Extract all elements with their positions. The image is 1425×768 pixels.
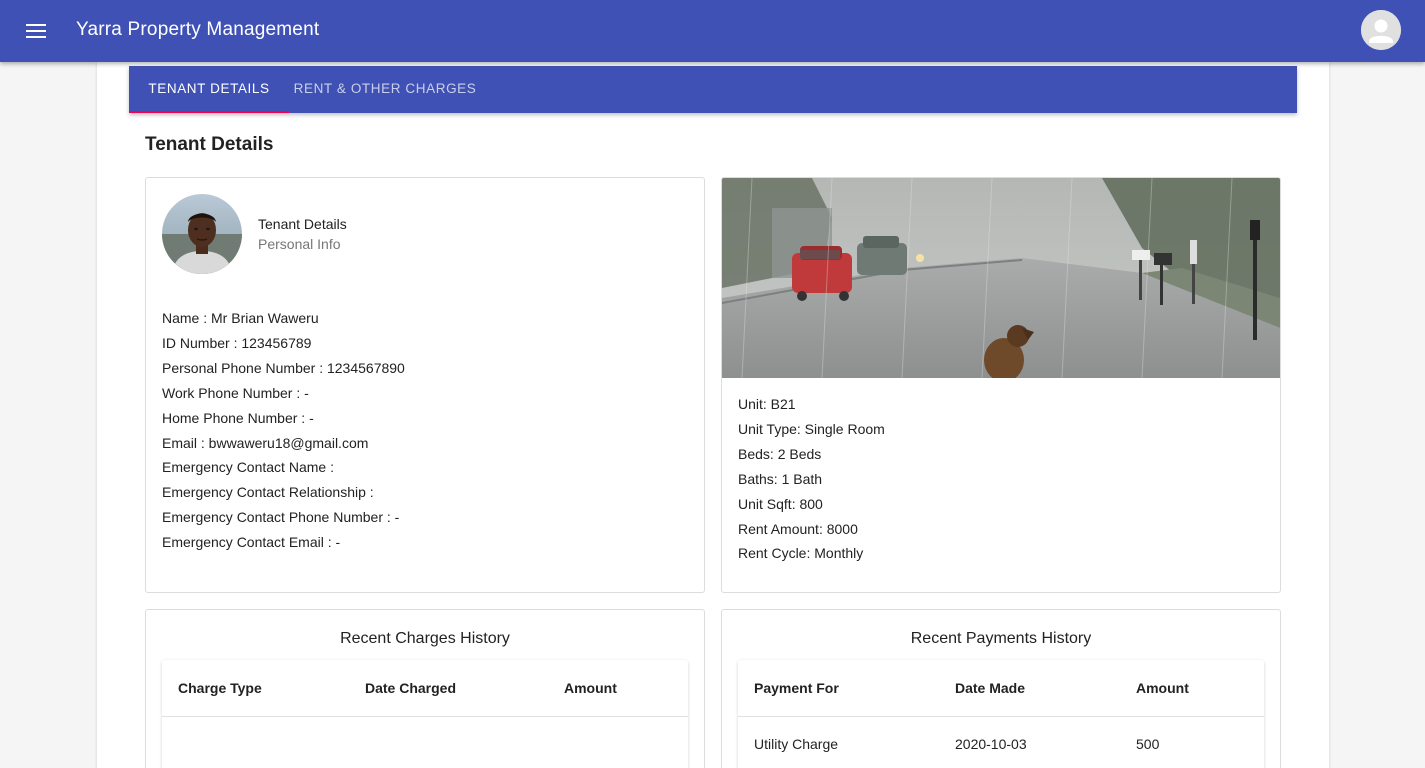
column-header-charge-type[interactable]: Charge Type [178, 680, 262, 696]
account-button[interactable] [1361, 10, 1401, 50]
rent-amount: Rent Amount: 8000 [738, 520, 858, 537]
tenant-id-number: ID Number : 123456789 [162, 334, 312, 351]
charges-history-title: Recent Charges History [340, 630, 510, 647]
account-circle-icon [1361, 10, 1401, 50]
page-title: Tenant Details [145, 134, 274, 155]
tenant-card-title: Tenant Details [258, 216, 347, 232]
emergency-contact-email: Emergency Contact Email : - [162, 534, 341, 551]
table-header-divider [738, 716, 1264, 717]
unit-number: Unit: B21 [738, 396, 796, 412]
payment-row-payment-for: Utility Charge [754, 736, 839, 752]
recent-payments-card: Recent Payments History Payment For Date… [721, 609, 1281, 768]
unit-image [722, 178, 1280, 378]
tab-rent-other-charges[interactable]: RENT & OTHER CHARGES [289, 66, 481, 113]
tenant-email: Email : bwwaweru18@gmail.com [162, 434, 369, 451]
emergency-contact-relationship: Emergency Contact Relationship : [162, 484, 374, 501]
app-bar: Yarra Property Management [0, 0, 1425, 62]
recent-charges-card: Recent Charges History Charge Type Date … [145, 609, 705, 768]
tenant-avatar [162, 194, 242, 274]
tab-bar: TENANT DETAILS RENT & OTHER CHARGES [129, 66, 1297, 113]
tenant-personal-phone: Personal Phone Number : 1234567890 [162, 359, 405, 376]
emergency-contact-name: Emergency Contact Name : [162, 459, 334, 476]
menu-icon-bottom-bar [26, 36, 46, 38]
tenant-name: Name : Mr Brian Waweru [162, 310, 319, 326]
tenant-work-phone: Work Phone Number : - [162, 384, 309, 401]
payments-history-title: Recent Payments History [910, 630, 1092, 647]
app-title: Yarra Property Management [76, 19, 320, 40]
unit-beds: Beds: 2 Beds [738, 445, 822, 462]
emergency-contact-phone: Emergency Contact Phone Number : - [162, 509, 400, 526]
table-header-divider [162, 716, 688, 717]
tenant-card-subtitle: Personal Info [258, 236, 341, 252]
rent-cycle: Rent Cycle: Monthly [738, 545, 864, 562]
tab-tenant-details[interactable]: TENANT DETAILS [129, 66, 289, 113]
column-header-date-charged[interactable]: Date Charged [365, 680, 456, 696]
unit-sqft: Unit Sqft: 800 [738, 495, 823, 512]
column-header-amount[interactable]: Amount [564, 680, 617, 696]
unit-details-card: Unit: B21 Unit Type: Single Room Beds: 2… [721, 177, 1281, 593]
payment-row-date-made: 2020-10-03 [955, 736, 1027, 752]
unit-type: Unit Type: Single Room [738, 420, 885, 437]
tenant-home-phone: Home Phone Number : - [162, 409, 314, 426]
tenant-details-card: Tenant Details Personal Info Name : Mr B… [145, 177, 705, 593]
payment-row-amount: 500 [1136, 736, 1160, 752]
menu-icon [26, 24, 46, 26]
unit-info-list: Unit: B21 Unit Type: Single Room Beds: 2… [738, 392, 885, 566]
payments-table: Payment For Date Made Amount Utility Cha… [738, 660, 1264, 768]
tenant-info-list: Name : Mr Brian Waweru ID Number : 12345… [162, 306, 405, 555]
column-header-amount[interactable]: Amount [1136, 680, 1189, 696]
column-header-date-made[interactable]: Date Made [955, 680, 1025, 696]
tab-indicator [129, 111, 289, 113]
menu-button[interactable] [16, 11, 56, 51]
menu-icon-middle-bar [26, 30, 46, 32]
column-header-payment-for[interactable]: Payment For [754, 680, 839, 696]
charges-table: Charge Type Date Charged Amount [162, 660, 688, 768]
unit-baths: Baths: 1 Bath [738, 470, 823, 487]
